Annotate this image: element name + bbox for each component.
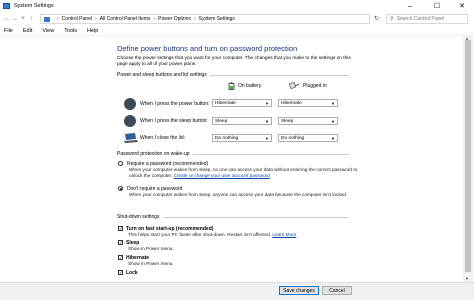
menu-help[interactable]: Help xyxy=(87,28,98,34)
chevron-down-icon: ▼ xyxy=(265,119,269,124)
chevron-down-icon: ▼ xyxy=(331,119,335,124)
fast-startup-desc-text: This helps start your PC faster after sh… xyxy=(128,232,272,237)
sleep-option-desc: Show in Power menu. xyxy=(128,246,174,251)
control-panel-icon xyxy=(44,16,50,22)
refresh-icon[interactable]: ↻ xyxy=(374,15,379,22)
on-battery-label: On battery xyxy=(238,83,262,89)
chevron-down-icon: ▼ xyxy=(265,101,269,106)
breadcrumb[interactable]: › Control Panel › All Control Panel Item… xyxy=(40,14,370,24)
fast-startup-desc: This helps start your PC faster after sh… xyxy=(128,232,358,238)
breadcrumb-power-options[interactable]: Power Options xyxy=(158,16,191,22)
sleep-checkbox[interactable]: ✓ xyxy=(118,240,123,245)
plug-icon xyxy=(289,82,299,89)
forward-arrow-icon[interactable]: → xyxy=(11,14,19,24)
select-value: Hibernate xyxy=(281,100,302,106)
menu-bar: File Edit View Tools Help xyxy=(0,26,474,36)
lock-checkbox[interactable]: ✓ xyxy=(118,270,123,275)
breadcrumb-control-panel[interactable]: Control Panel xyxy=(62,16,92,22)
sleep-button-icon xyxy=(124,115,136,127)
up-arrow-icon[interactable]: ↑ xyxy=(27,14,35,24)
breadcrumb-sep: › xyxy=(153,16,156,22)
fast-startup-checkbox[interactable]: ✓ xyxy=(118,226,123,231)
hibernate-option-desc: Show in Power menu. xyxy=(128,261,174,266)
lock-option-label: Lock xyxy=(126,270,138,276)
require-password-radio[interactable] xyxy=(118,161,123,166)
maximize-icon[interactable]: ☐ xyxy=(427,0,447,12)
section-shutdown-settings: Shut-down settings xyxy=(117,214,349,220)
power-button-plugged-select[interactable]: Hibernate ▼ xyxy=(278,99,338,107)
window-title: System Settings xyxy=(14,3,54,9)
breadcrumb-sep: › xyxy=(193,16,196,22)
change-password-link[interactable]: Create or change your user account passw… xyxy=(174,173,270,178)
section-power-buttons: Power and sleep buttons and lid settings xyxy=(117,72,349,78)
page-intro: Choose the power settings that you want … xyxy=(117,56,351,68)
chevron-down-icon: ▼ xyxy=(331,101,335,106)
select-value: Hibernate xyxy=(215,100,236,106)
learn-more-link[interactable]: Learn More xyxy=(272,232,296,237)
search-input[interactable]: ⚲ Search Control Panel xyxy=(386,14,468,24)
section-title: Shut-down settings xyxy=(117,214,160,220)
recent-dropdown-icon[interactable]: ˅ xyxy=(19,14,27,24)
require-password-desc: When your computer wakes from sleep, no … xyxy=(129,167,359,179)
menu-edit[interactable]: Edit xyxy=(23,28,32,34)
close-lid-label: When I close the lid: xyxy=(140,135,186,141)
page-title: Define power buttons and turn on passwor… xyxy=(117,44,298,53)
cancel-button[interactable]: Cancel xyxy=(322,286,352,295)
menu-file[interactable]: File xyxy=(4,28,13,34)
plugged-in-header: Plugged in xyxy=(289,82,327,89)
sleep-button-label: When I press the sleep button: xyxy=(140,118,208,124)
back-arrow-icon[interactable]: ← xyxy=(3,14,11,24)
scroll-down-icon[interactable]: ▼ xyxy=(465,276,469,281)
power-button-icon xyxy=(124,98,136,110)
close-icon[interactable]: ✕ xyxy=(452,0,472,12)
no-password-radio[interactable] xyxy=(118,186,123,191)
power-button-label: When I press the power button: xyxy=(140,101,210,107)
control-panel-icon xyxy=(3,3,10,9)
no-password-desc: When your computer wakes from sleep, any… xyxy=(129,192,348,197)
chevron-down-icon: ▼ xyxy=(331,136,335,141)
hibernate-checkbox[interactable]: ✓ xyxy=(118,255,123,260)
scrollbar-thumb[interactable] xyxy=(465,40,471,272)
laptop-lid-icon xyxy=(124,133,138,143)
power-button-battery-select[interactable]: Hibernate ▼ xyxy=(212,99,272,107)
address-bar: ← → ˅ ↑ › Control Panel › All Control Pa… xyxy=(0,12,474,26)
breadcrumb-all-items[interactable]: All Control Panel Items xyxy=(100,16,151,22)
breadcrumb-sep: › xyxy=(57,16,59,22)
select-value: Do nothing xyxy=(281,135,305,141)
menu-tools[interactable]: Tools xyxy=(64,28,77,34)
plugged-in-label: Plugged in xyxy=(303,82,327,89)
sleep-button-plugged-select[interactable]: Sleep ▼ xyxy=(278,117,338,125)
section-title: Password protection on wake-up xyxy=(117,151,190,157)
battery-icon xyxy=(228,82,235,90)
section-password-protection: Password protection on wake-up xyxy=(117,151,349,157)
sleep-button-battery-select[interactable]: Sleep ▼ xyxy=(212,117,272,125)
search-icon: ⚲ xyxy=(390,16,394,22)
content-area: Define power buttons and turn on passwor… xyxy=(0,36,474,282)
select-value: Sleep xyxy=(281,118,294,124)
close-lid-plugged-select[interactable]: Do nothing ▼ xyxy=(278,134,338,142)
close-lid-battery-select[interactable]: Do nothing ▼ xyxy=(212,134,272,142)
vertical-scrollbar[interactable]: ▲ ▼ xyxy=(463,36,473,282)
breadcrumb-system-settings[interactable]: System Settings xyxy=(199,16,235,22)
select-value: Do nothing xyxy=(215,135,239,141)
menu-view[interactable]: View xyxy=(42,28,54,34)
minimize-icon[interactable]: – xyxy=(400,0,420,12)
breadcrumb-sep: › xyxy=(94,16,97,22)
footer-bar: Save changes Cancel xyxy=(0,282,474,300)
on-battery-header: On battery xyxy=(228,82,261,90)
section-title: Power and sleep buttons and lid settings xyxy=(117,72,207,78)
search-placeholder: Search Control Panel xyxy=(396,16,445,22)
chevron-down-icon: ▼ xyxy=(265,136,269,141)
select-value: Sleep xyxy=(215,118,228,124)
save-changes-button[interactable]: Save changes xyxy=(279,286,319,295)
